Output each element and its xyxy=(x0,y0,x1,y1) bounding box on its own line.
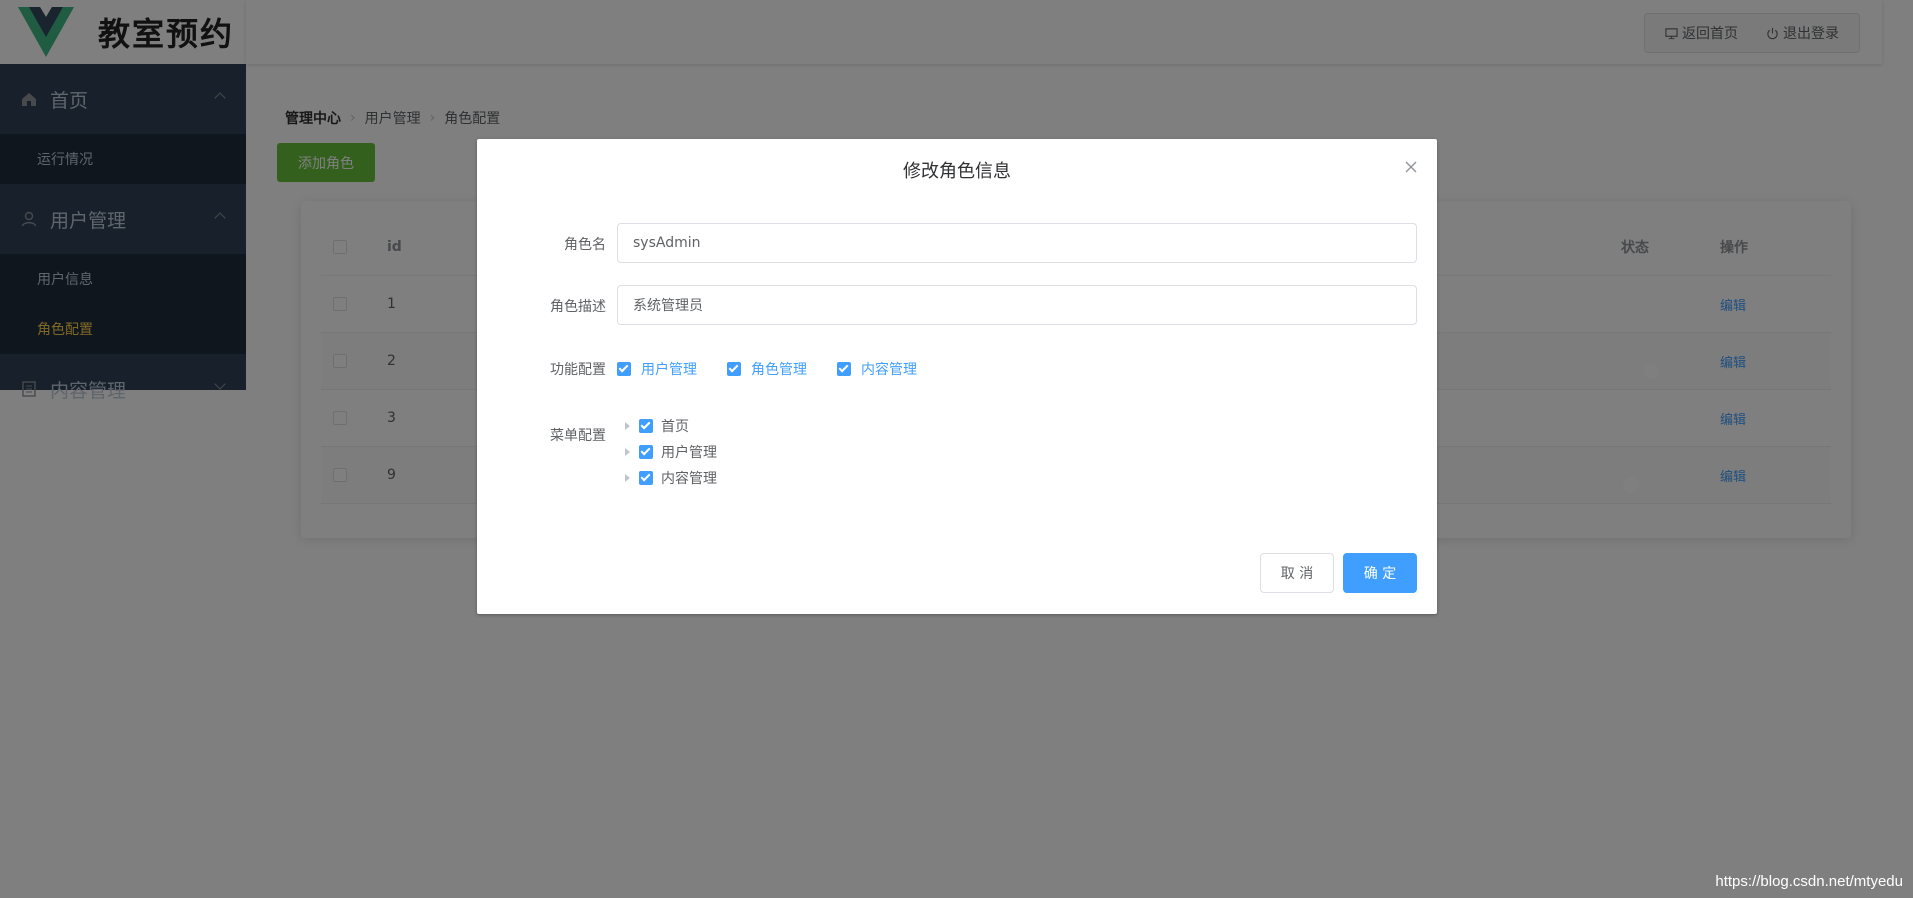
cancel-button[interactable]: 取 消 xyxy=(1260,553,1334,593)
menu-config-label: 菜单配置 xyxy=(550,428,606,444)
checkbox-checked-icon[interactable] xyxy=(639,445,653,459)
role-name-row: 角色名 xyxy=(477,223,1437,263)
tree-node-label: 内容管理 xyxy=(661,471,717,487)
menu-tree-node-user-mgmt[interactable]: 用户管理 xyxy=(625,441,717,463)
role-desc-input[interactable] xyxy=(617,285,1417,325)
close-icon[interactable] xyxy=(1403,159,1419,175)
confirm-button[interactable]: 确 定 xyxy=(1343,553,1417,593)
caret-right-icon[interactable] xyxy=(625,422,630,430)
menu-config-row: 菜单配置 首页 用户管理 内容管理 xyxy=(477,411,1437,491)
role-desc-label: 角色描述 xyxy=(550,299,606,315)
watermark-text: https://blog.csdn.net/mtyedu xyxy=(1715,873,1903,890)
func-checkbox-content-mgmt[interactable]: 内容管理 xyxy=(837,359,917,379)
tree-node-label: 首页 xyxy=(661,419,689,435)
checkbox-label: 角色管理 xyxy=(751,362,807,378)
caret-right-icon[interactable] xyxy=(625,448,630,456)
edit-role-dialog: 修改角色信息 角色名 角色描述 功能配置 用户管理 角色管理 内容管理 菜单配置… xyxy=(477,139,1437,614)
checkbox-checked-icon xyxy=(727,362,741,376)
role-name-input[interactable] xyxy=(617,223,1417,263)
function-config-row: 功能配置 用户管理 角色管理 内容管理 xyxy=(477,357,1437,379)
role-name-label: 角色名 xyxy=(564,237,606,253)
checkbox-checked-icon[interactable] xyxy=(639,419,653,433)
menu-tree-node-home[interactable]: 首页 xyxy=(625,415,689,437)
caret-right-icon[interactable] xyxy=(625,474,630,482)
checkbox-checked-icon[interactable] xyxy=(639,471,653,485)
func-checkbox-user-mgmt[interactable]: 用户管理 xyxy=(617,359,697,379)
function-config-label: 功能配置 xyxy=(550,362,606,378)
func-checkbox-role-mgmt[interactable]: 角色管理 xyxy=(727,359,807,379)
dialog-title: 修改角色信息 xyxy=(903,161,1011,182)
checkbox-checked-icon xyxy=(617,362,631,376)
checkbox-checked-icon xyxy=(837,362,851,376)
menu-tree-node-content-mgmt[interactable]: 内容管理 xyxy=(625,467,717,489)
role-desc-row: 角色描述 xyxy=(477,285,1437,325)
checkbox-label: 内容管理 xyxy=(861,362,917,378)
tree-node-label: 用户管理 xyxy=(661,445,717,461)
checkbox-label: 用户管理 xyxy=(641,362,697,378)
